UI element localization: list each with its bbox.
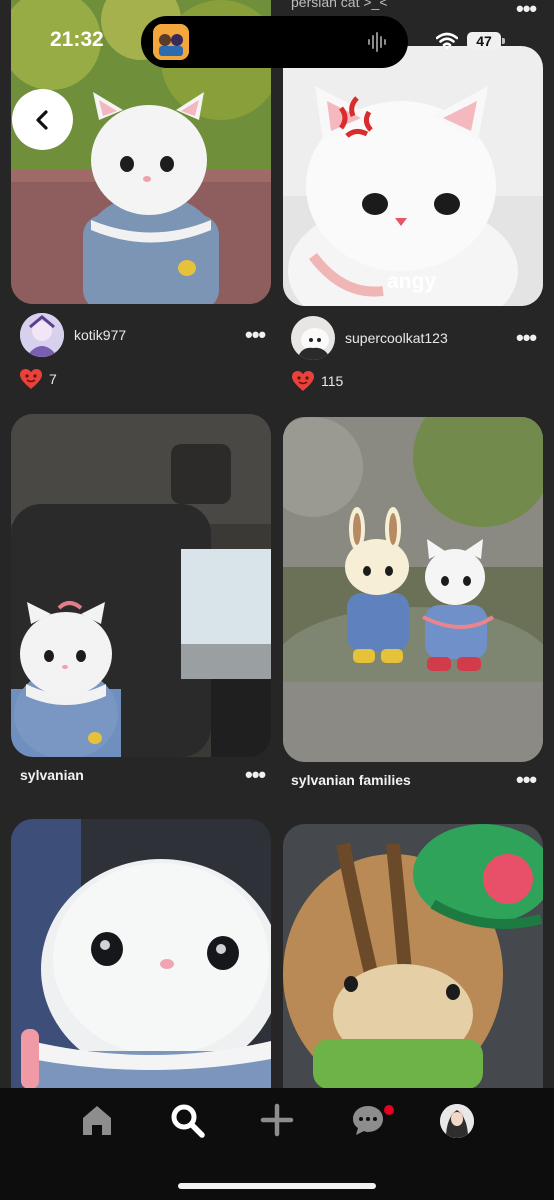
- chevron-left-icon: [35, 109, 48, 130]
- dynamic-island[interactable]: [141, 16, 408, 68]
- more-button[interactable]: •••: [245, 324, 266, 346]
- plus-icon[interactable]: [259, 1102, 295, 1138]
- more-button[interactable]: •••: [516, 769, 537, 791]
- messages-icon[interactable]: [350, 1102, 386, 1138]
- back-button[interactable]: [12, 89, 73, 150]
- pin-author[interactable]: supercoolkat123: [345, 330, 448, 346]
- pin-title[interactable]: sylvanian families: [291, 772, 411, 788]
- pin-title[interactable]: sylvanian: [20, 767, 84, 783]
- search-icon[interactable]: [169, 1102, 205, 1138]
- pin-image[interactable]: [11, 414, 271, 757]
- battery-indicator: 47: [467, 32, 501, 50]
- like-count: 115: [321, 373, 344, 389]
- avatar[interactable]: [291, 316, 335, 360]
- more-button[interactable]: •••: [245, 764, 266, 786]
- wifi-icon: [436, 32, 458, 49]
- pin-image[interactable]: [283, 46, 543, 306]
- audio-wave-icon: [368, 32, 386, 52]
- pin-image[interactable]: [283, 824, 543, 1089]
- status-time: 21:32: [50, 28, 104, 51]
- pin-image[interactable]: [283, 417, 543, 762]
- pin-image[interactable]: [11, 819, 271, 1089]
- like-count: 7: [49, 371, 57, 387]
- avatar[interactable]: [20, 313, 64, 357]
- top-caption: persian cat >_<: [291, 0, 388, 10]
- heart-icon[interactable]: [19, 368, 43, 390]
- home-icon[interactable]: [79, 1102, 115, 1138]
- battery-cap: [502, 38, 505, 44]
- notification-dot: [384, 1105, 394, 1115]
- profile-avatar[interactable]: [440, 1104, 474, 1138]
- home-indicator[interactable]: [178, 1183, 376, 1189]
- heart-icon[interactable]: [291, 370, 315, 392]
- pin-overlay-text: angy: [387, 270, 437, 293]
- top-more-button[interactable]: •••: [516, 0, 537, 20]
- more-button[interactable]: •••: [516, 327, 537, 349]
- now-playing-artwork[interactable]: [153, 24, 189, 60]
- pin-author[interactable]: kotik977: [74, 327, 126, 343]
